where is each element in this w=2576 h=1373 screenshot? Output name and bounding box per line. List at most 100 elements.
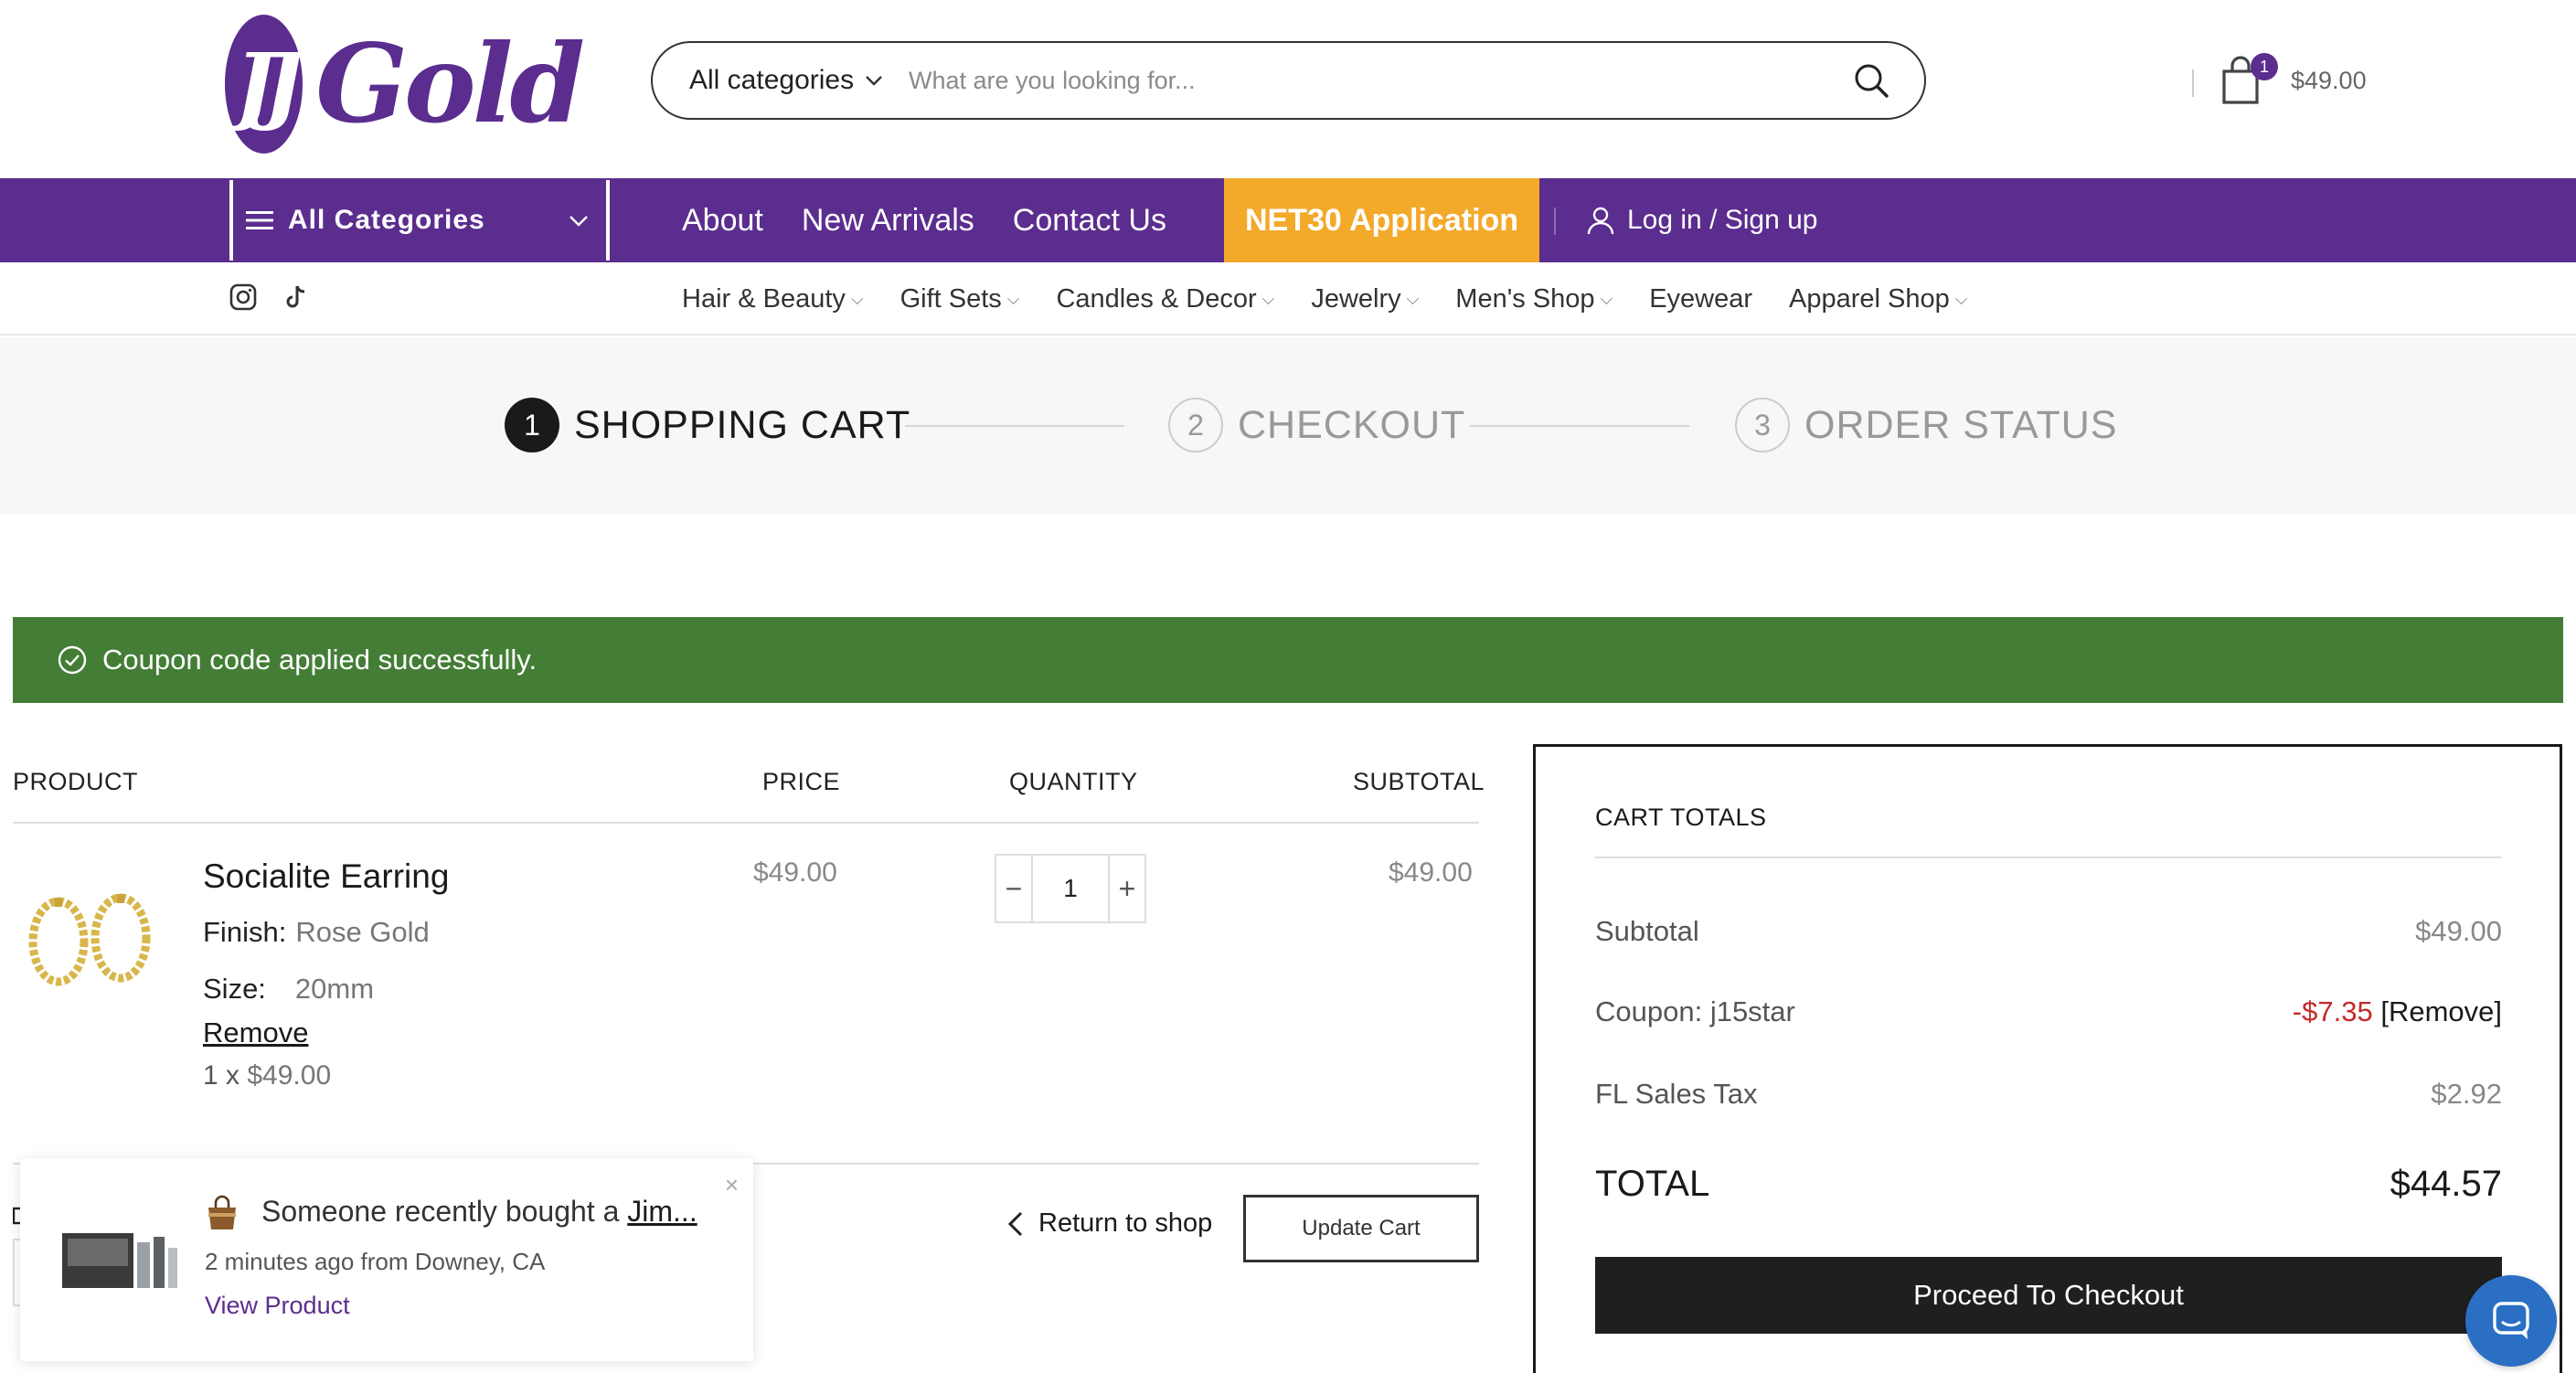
remove-coupon-link[interactable]: [Remove]	[2380, 995, 2502, 1027]
tiktok-icon[interactable]	[282, 282, 311, 312]
chevron-down-icon	[866, 76, 882, 86]
product-size: Size: 20mm	[203, 973, 374, 1006]
chat-button[interactable]	[2465, 1275, 2557, 1367]
step-checkout: 2 CHECKOUT	[1168, 398, 1465, 452]
login-label: Log in / Sign up	[1627, 205, 1818, 235]
category-label: Jewelry	[1311, 283, 1401, 314]
step-connector	[905, 425, 1124, 427]
proceed-to-checkout-button[interactable]: Proceed To Checkout	[1595, 1257, 2502, 1334]
size-label: Size:	[203, 973, 266, 1005]
cart-amount[interactable]: $49.00	[2291, 67, 2367, 95]
site-logo[interactable]: JJ Gold	[225, 13, 585, 154]
coupon-label: Coupon: j15star	[1595, 995, 1795, 1027]
totals-row-coupon: Coupon: j15star -$7.35 [Remove]	[1595, 995, 2502, 1028]
main-nav: All Categories About New Arrivals Contac…	[0, 178, 2576, 262]
category-label: Gift Sets	[899, 283, 1002, 314]
search-icon[interactable]	[1851, 60, 1891, 101]
return-to-shop-link[interactable]: Return to shop	[1006, 1208, 1212, 1239]
col-header-product: PRODUCT	[13, 768, 138, 795]
item-price: $49.00	[753, 857, 837, 888]
quantity-input[interactable]: 1	[1031, 856, 1110, 921]
instagram-icon[interactable]	[229, 282, 258, 312]
col-header-quantity: QUANTITY	[1009, 768, 1138, 795]
category-candles-decor[interactable]: Candles & Decor ⌵	[1056, 284, 1274, 314]
category-label: Apparel Shop	[1789, 283, 1950, 314]
step-connector	[1470, 425, 1689, 427]
remove-item-link[interactable]: Remove	[203, 1016, 308, 1049]
notice-text: Coupon code applied successfully.	[102, 644, 538, 676]
totals-row-total: TOTAL $44.57	[1595, 1164, 2502, 1205]
return-to-shop-label: Return to shop	[1038, 1208, 1213, 1238]
chevron-left-icon	[1007, 1211, 1023, 1236]
product-finish: Finish: Rose Gold	[203, 916, 430, 949]
success-notice: Coupon code applied successfully.	[13, 617, 2563, 703]
search-bar: All categories	[651, 41, 1926, 120]
qty-unit-price: $49.00	[247, 1060, 332, 1091]
totals-row-tax: FL Sales Tax $2.92	[1595, 1078, 2502, 1111]
chevron-down-icon	[569, 216, 588, 227]
category-label: Hair & Beauty	[682, 283, 846, 314]
checkout-steps: 1 SHOPPING CART 2 CHECKOUT 3 ORDER STATU…	[0, 337, 2576, 515]
product-thumbnail[interactable]	[13, 857, 168, 1013]
cart-totals-title: CART TOTALS	[1595, 804, 1767, 831]
view-product-link[interactable]: View Product	[205, 1292, 350, 1320]
user-icon	[1587, 207, 1614, 235]
chevron-down-icon: ⌵	[1006, 289, 1020, 308]
chevron-down-icon: ⌵	[1954, 289, 1968, 308]
step-order-status: 3 ORDER STATUS	[1735, 398, 2117, 452]
category-gift-sets[interactable]: Gift Sets ⌵	[900, 284, 1020, 314]
category-label: Eyewear	[1649, 283, 1753, 314]
col-header-price: PRICE	[762, 768, 841, 795]
qty-prefix: 1 x	[203, 1060, 240, 1091]
category-links: Hair & Beauty ⌵ Gift Sets ⌵ Candles & Deco…	[682, 262, 2004, 335]
chat-icon	[2493, 1302, 2529, 1339]
chevron-down-icon: ⌵	[850, 289, 864, 308]
shopping-bag-icon	[208, 1195, 236, 1229]
all-categories-label: All Categories	[288, 205, 485, 235]
chevron-down-icon: ⌵	[1406, 289, 1420, 308]
category-label: Candles & Decor	[1056, 283, 1257, 314]
category-jewelry[interactable]: Jewelry ⌵	[1311, 284, 1419, 314]
category-apparel-shop[interactable]: Apparel Shop ⌵	[1789, 284, 1967, 314]
nav-link-contact-us[interactable]: Contact Us	[1013, 203, 1166, 239]
close-icon[interactable]: ×	[725, 1171, 739, 1199]
popup-product-image[interactable]	[60, 1222, 179, 1295]
step-label: CHECKOUT	[1238, 402, 1466, 447]
popup-title-prefix: Someone recently bought a	[261, 1195, 620, 1228]
finish-value: Rose Gold	[295, 916, 430, 948]
nav-link-new-arrivals[interactable]: New Arrivals	[802, 203, 974, 239]
subtotal-label: Subtotal	[1595, 915, 1699, 947]
login-signup-link[interactable]: Log in / Sign up	[1585, 178, 1818, 262]
chevron-down-icon: ⌵	[1261, 289, 1275, 308]
search-category-select[interactable]: All categories	[689, 65, 909, 96]
total-label: TOTAL	[1595, 1164, 1710, 1204]
step-number: 2	[1168, 398, 1223, 452]
product-name[interactable]: Socialite Earring	[203, 857, 449, 896]
update-cart-button[interactable]: Update Cart	[1243, 1195, 1479, 1262]
step-label: ORDER STATUS	[1804, 402, 2118, 447]
popup-product-link[interactable]: Jim...	[627, 1195, 697, 1228]
coupon-amount: -$7.35 [Remove]	[2293, 995, 2502, 1028]
category-label: Men's Shop	[1455, 283, 1595, 314]
popup-title: Someone recently bought a Jim...	[261, 1195, 697, 1229]
size-value: 20mm	[294, 973, 375, 1005]
step-label: SHOPPING CART	[574, 402, 911, 447]
category-eyewear[interactable]: Eyewear	[1649, 284, 1752, 314]
search-input[interactable]	[909, 66, 1851, 95]
category-mens-shop[interactable]: Men's Shop ⌵	[1455, 284, 1613, 314]
nav-link-about[interactable]: About	[682, 203, 763, 239]
logo-wordmark: Gold	[315, 20, 585, 147]
category-hair-beauty[interactable]: Hair & Beauty ⌵	[682, 284, 864, 314]
quantity-decrease-button[interactable]: −	[996, 856, 1031, 921]
subtotal-value: $49.00	[2415, 915, 2502, 947]
cart-count-badge: 1	[2251, 53, 2278, 80]
nav-link-net30[interactable]: NET30 Application	[1224, 178, 1539, 262]
popup-time-location: 2 minutes ago from Downey, CA	[205, 1248, 546, 1275]
logo-mark: JJ	[225, 14, 303, 154]
totals-row-subtotal: Subtotal $49.00	[1595, 915, 2502, 948]
quantity-increase-button[interactable]: +	[1110, 856, 1144, 921]
all-categories-menu[interactable]: All Categories	[229, 180, 610, 261]
cart-totals-panel: CART TOTALS Subtotal $49.00 Coupon: j15s…	[1533, 744, 2562, 1373]
site-header: JJ Gold All categories 1 $49.00	[0, 0, 2576, 178]
category-nav: Hair & Beauty ⌵ Gift Sets ⌵ Candles & Deco…	[0, 262, 2576, 335]
